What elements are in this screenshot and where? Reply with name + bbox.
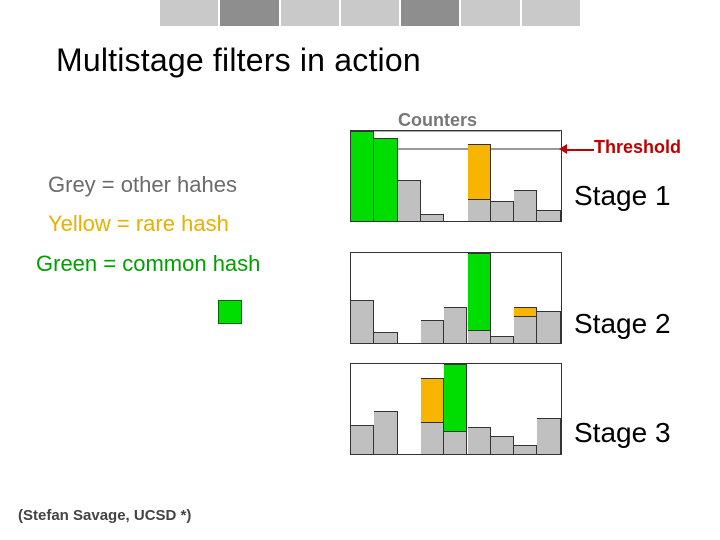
bar-segment bbox=[468, 427, 491, 454]
stage2-chart bbox=[350, 252, 562, 344]
bar-segment bbox=[468, 253, 491, 330]
bar-segment bbox=[398, 180, 421, 221]
bar-segment bbox=[468, 199, 491, 221]
bar-segment bbox=[351, 131, 374, 221]
bar-segment bbox=[421, 422, 444, 454]
stage1-chart bbox=[350, 130, 562, 222]
bar-segment bbox=[421, 320, 444, 343]
bar-segment bbox=[491, 436, 514, 454]
legend-yellow-text: Yellow = rare hash bbox=[48, 211, 229, 237]
stage1-label: Stage 1 bbox=[574, 180, 671, 212]
bar-segment bbox=[351, 425, 374, 454]
stage2-label: Stage 2 bbox=[574, 308, 671, 340]
decorative-topbar bbox=[160, 0, 580, 26]
counters-label: Counters bbox=[398, 110, 477, 131]
bar-segment bbox=[514, 445, 537, 454]
stage3-label: Stage 3 bbox=[574, 417, 671, 449]
bar-segment bbox=[421, 214, 444, 221]
bar-segment bbox=[468, 144, 491, 200]
legend-green-swatch bbox=[218, 300, 242, 324]
bar-segment bbox=[421, 378, 444, 421]
slide: Multistage filters in action Counters Th… bbox=[0, 0, 720, 540]
bar-segment bbox=[537, 418, 560, 454]
bar-segment bbox=[514, 190, 537, 221]
bar-segment bbox=[374, 138, 397, 221]
bar-segment bbox=[537, 311, 560, 343]
slide-title: Multistage filters in action bbox=[56, 42, 421, 79]
bar-segment bbox=[444, 307, 467, 343]
credit-text: (Stefan Savage, UCSD *) bbox=[18, 507, 191, 524]
bar-segment bbox=[514, 307, 537, 316]
legend-green-text: Green = common hash bbox=[36, 251, 260, 277]
threshold-arrow bbox=[564, 149, 594, 151]
bar-segment bbox=[374, 411, 397, 454]
bar-segment bbox=[444, 364, 467, 431]
bar-segment bbox=[374, 332, 397, 343]
bar-segment bbox=[491, 201, 514, 221]
threshold-label: Threshold bbox=[594, 137, 681, 158]
legend-grey-text: Grey = other hahes bbox=[48, 172, 237, 198]
bar-segment bbox=[514, 316, 537, 343]
bar-segment bbox=[444, 431, 467, 454]
bar-segment bbox=[491, 336, 514, 343]
bar-segment bbox=[537, 210, 560, 221]
bar-segment bbox=[468, 330, 491, 343]
stage3-chart bbox=[350, 363, 562, 455]
bar-segment bbox=[351, 300, 374, 343]
